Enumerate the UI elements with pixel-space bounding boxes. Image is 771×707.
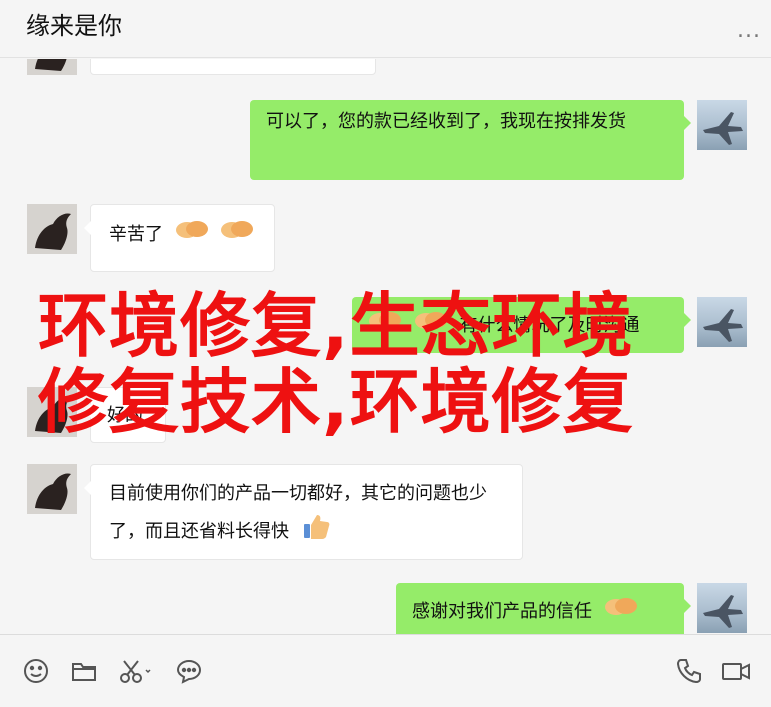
overlay-headline-line2: 修复技术,环境修复 (38, 361, 634, 443)
message-text: 可以了，您的款已经收到了，我现在按排发货 (266, 111, 626, 132)
overlay-headline-line1: 环境修复,生态环境 (38, 285, 634, 367)
chat-title: 缘来是你 (26, 12, 122, 40)
contact-avatar[interactable] (27, 464, 77, 514)
message-bubble[interactable]: 辛苦了 (84, 204, 275, 272)
contact-avatar[interactable] (27, 59, 77, 75)
folder-icon[interactable] (70, 657, 98, 685)
message-bubble[interactable]: 目前使用你们的产品一切都好，其它的问题也少了，而且还省料长得快 (84, 464, 523, 560)
my-avatar[interactable] (697, 100, 747, 150)
message-text: 目前使用你们的产品一切都好，其它的问题也少了，而且还省料长得快 (109, 483, 487, 542)
message-text: 感谢对我们产品的信任 (412, 601, 592, 622)
my-avatar[interactable] (697, 583, 747, 633)
chat-bubble-icon[interactable] (175, 657, 203, 685)
emoji-icon[interactable] (22, 657, 50, 685)
handshake-emoji-icon (175, 217, 209, 253)
scissors-icon[interactable] (118, 657, 152, 685)
more-options-icon[interactable]: ... (737, 18, 761, 43)
thumbs-up-emoji-icon (301, 511, 331, 553)
message-bubble[interactable]: 可以了，您的款已经收到了，我现在按排发货 (250, 100, 691, 180)
chat-header: 缘来是你 ... (0, 0, 771, 58)
message-text: 辛苦了 (109, 224, 163, 245)
handshake-emoji-icon (604, 594, 638, 630)
handshake-emoji-icon (220, 217, 254, 253)
phone-icon[interactable] (675, 657, 703, 685)
contact-avatar[interactable] (27, 204, 77, 254)
input-toolbar (0, 634, 771, 707)
video-camera-icon[interactable] (720, 657, 752, 685)
message-bubble[interactable] (90, 59, 376, 75)
message-bubble[interactable]: 感谢对我们产品的信任 (396, 583, 691, 634)
